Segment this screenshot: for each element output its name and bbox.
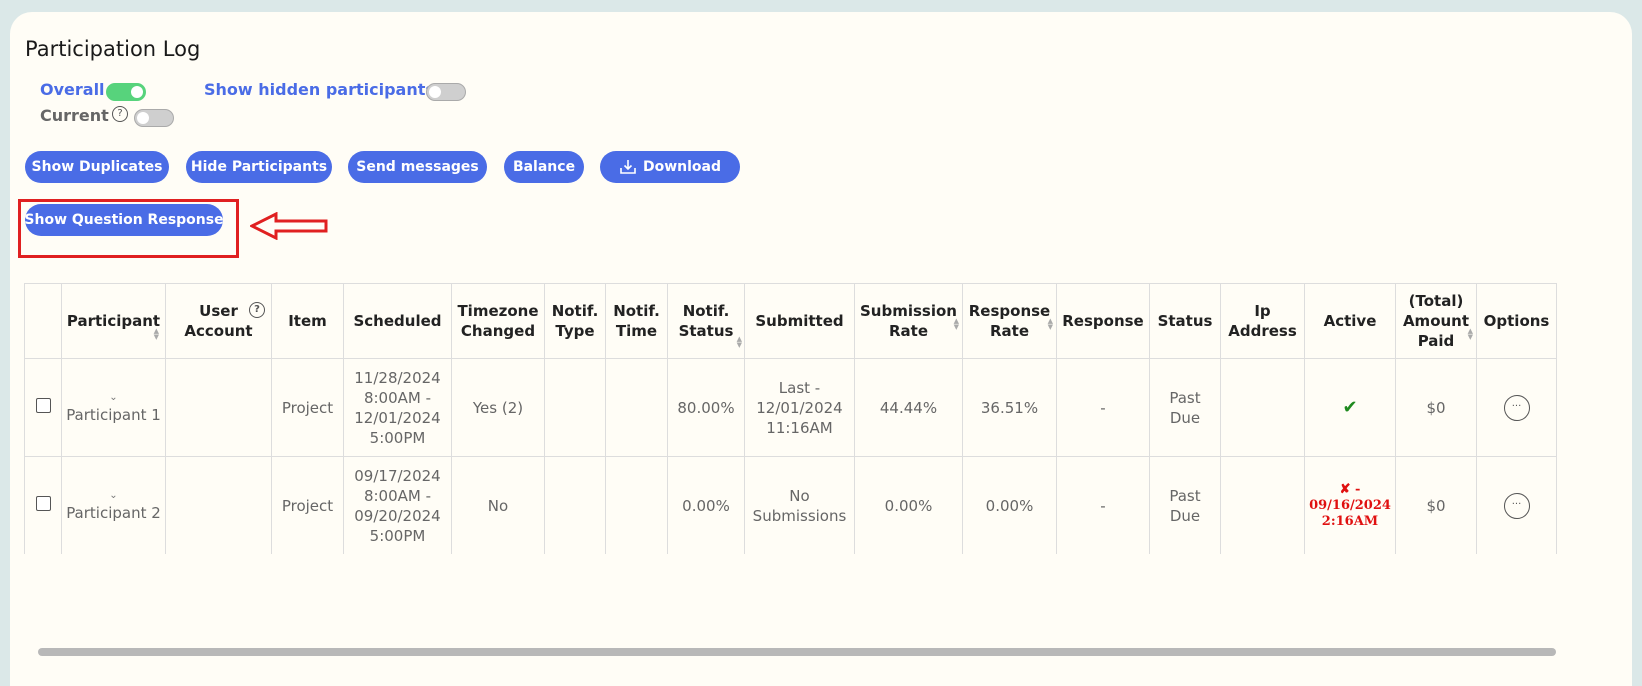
show-hidden-participants-toggle[interactable] [426, 83, 466, 101]
column-header-user-account: User Account ? [165, 283, 272, 359]
column-header-status: Status [1149, 283, 1221, 359]
overall-label: Overall [40, 80, 105, 99]
submission-rate-cell: 44.44% [854, 358, 963, 457]
status-cell: Past Due [1149, 456, 1221, 554]
column-header-notif-status[interactable]: Notif. Status ▲ ▼ [667, 283, 745, 359]
cross-icon: ✘ [1339, 481, 1351, 497]
participation-log-card: Participation Log Overall Current ? Show… [10, 12, 1632, 686]
more-options-icon[interactable]: ··· [1503, 493, 1530, 519]
amount-paid-cell: $0 [1395, 456, 1477, 554]
download-label: Download [642, 159, 722, 175]
notif-time-cell [605, 358, 668, 457]
submission-rate-cell: 0.00% [854, 456, 963, 554]
options-cell: ··· [1476, 456, 1557, 554]
participant-name: Participant 2 [66, 503, 161, 522]
submitted-cell: Last - 12/01/2024 11:16AM [744, 358, 855, 457]
annotation-arrow [250, 212, 328, 240]
check-icon: ✔ [1342, 396, 1358, 418]
active-cell: ✘ - 09/16/2024 2:16AM [1304, 456, 1396, 554]
scheduled-cell: 11/28/2024 8:00AM - 12/01/2024 5:00PM [343, 358, 452, 457]
scheduled-cell: 09/17/2024 8:00AM - 09/20/2024 5:00PM [343, 456, 452, 554]
show-hidden-participants-label: Show hidden participants [204, 80, 435, 99]
column-header-options: Options [1476, 283, 1557, 359]
hide-participants-button[interactable]: Hide Participants [186, 151, 332, 183]
sort-icon[interactable]: ▲ ▼ [1468, 328, 1473, 341]
more-options-icon[interactable]: ··· [1503, 395, 1530, 421]
column-header-response: Response [1056, 283, 1150, 359]
overall-toggle[interactable] [106, 83, 146, 101]
sort-icon[interactable]: ▲ ▼ [737, 336, 742, 349]
current-toggle[interactable] [134, 109, 174, 127]
status-cell: Past Due [1149, 358, 1221, 457]
horizontal-scrollbar[interactable] [38, 648, 1556, 656]
sort-icon[interactable]: ▲ ▼ [154, 328, 159, 341]
notif-type-cell [544, 456, 606, 554]
chevron-down-icon[interactable]: ⌄ [66, 489, 161, 503]
notif-time-cell [605, 456, 668, 554]
show-question-response-button[interactable]: Show Question Response [24, 204, 224, 236]
notif-type-cell [544, 358, 606, 457]
user-account-cell [165, 456, 272, 554]
column-header-participant[interactable]: Participant ▲ ▼ [61, 283, 166, 359]
table-row: ⌄ Participant 2 Project 09/17/2024 8:00A… [24, 456, 1557, 554]
response-rate-cell: 0.00% [962, 456, 1057, 554]
send-messages-button[interactable]: Send messages [348, 151, 487, 183]
help-icon[interactable]: ? [112, 106, 128, 122]
download-icon [620, 160, 636, 174]
participant-name: Participant 1 [66, 405, 161, 424]
inactive-since: ✘ - 09/16/2024 2:16AM [1309, 481, 1391, 529]
show-duplicates-button[interactable]: Show Duplicates [25, 151, 169, 183]
ip-address-cell [1220, 358, 1305, 457]
participant-cell[interactable]: ⌄ Participant 1 [61, 358, 166, 457]
active-cell: ✔ [1304, 358, 1396, 457]
amount-paid-cell: $0 [1395, 358, 1477, 457]
column-header-ip-address: Ip Address [1220, 283, 1305, 359]
notif-status-cell: 0.00% [667, 456, 745, 554]
chevron-down-icon[interactable]: ⌄ [66, 391, 161, 405]
column-header-item: Item [271, 283, 344, 359]
submitted-cell: No Submissions [744, 456, 855, 554]
response-cell: - [1056, 456, 1150, 554]
item-cell: Project [271, 456, 344, 554]
column-header-notif-time: Notif. Time [605, 283, 668, 359]
options-cell: ··· [1476, 358, 1557, 457]
response-cell: - [1056, 358, 1150, 457]
balance-button[interactable]: Balance [504, 151, 584, 183]
item-cell: Project [271, 358, 344, 457]
row-checkbox[interactable] [35, 495, 51, 511]
column-header-submission-rate[interactable]: Submission Rate ▲ ▼ [854, 283, 963, 359]
sort-icon[interactable]: ▲ ▼ [1048, 318, 1053, 331]
participation-table: Participant ▲ ▼ User Account ? Item Sched… [24, 283, 1557, 554]
timezone-changed-cell: No [451, 456, 545, 554]
download-button[interactable]: Download [600, 151, 740, 183]
participant-cell[interactable]: ⌄ Participant 2 [61, 456, 166, 554]
notif-status-cell: 80.00% [667, 358, 745, 457]
table-header-row: Participant ▲ ▼ User Account ? Item Sched… [24, 283, 1557, 359]
row-checkbox[interactable] [35, 397, 51, 413]
timezone-changed-cell: Yes (2) [451, 358, 545, 457]
select-column-header [24, 283, 62, 359]
sort-icon[interactable]: ▲ ▼ [954, 318, 959, 331]
user-account-cell [165, 358, 272, 457]
column-header-total-amount-paid[interactable]: (Total) Amount Paid ▲ ▼ [1395, 283, 1477, 359]
help-icon[interactable]: ? [249, 302, 265, 318]
page-title: Participation Log [25, 37, 201, 61]
column-header-scheduled: Scheduled [343, 283, 452, 359]
column-header-active: Active [1304, 283, 1396, 359]
column-header-submitted: Submitted [744, 283, 855, 359]
ip-address-cell [1220, 456, 1305, 554]
column-header-notif-type: Notif. Type [544, 283, 606, 359]
column-header-timezone-changed: Timezone Changed [451, 283, 545, 359]
column-header-response-rate[interactable]: Response Rate ▲ ▼ [962, 283, 1057, 359]
table-row: ⌄ Participant 1 Project 11/28/2024 8:00A… [24, 358, 1557, 457]
response-rate-cell: 36.51% [962, 358, 1057, 457]
current-label: Current [40, 106, 109, 125]
